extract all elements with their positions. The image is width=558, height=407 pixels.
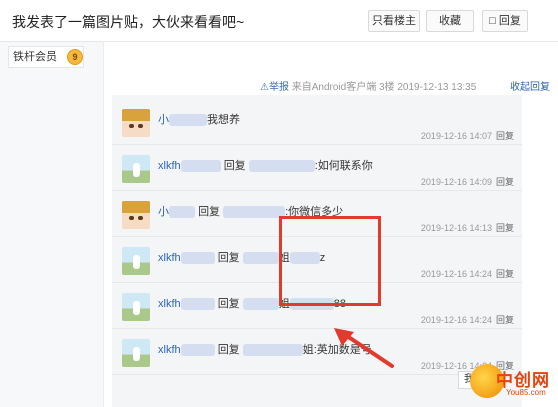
blurred-name [242,344,303,357]
blurred-name [242,298,279,311]
reply-text: :如何联系你 [314,160,373,172]
user-name-link[interactable]: 小 [158,206,169,218]
avatar[interactable] [122,247,150,275]
reply-connector: 回复 [223,160,246,172]
reply-connector: 回复 [217,344,240,356]
user-name-link[interactable]: xlkfh [158,344,181,356]
avatar[interactable] [122,109,150,137]
reply-meta: 2019-12-16 14:24 回复 [421,313,514,326]
reply-link[interactable]: 回复 [496,269,514,279]
thread-header: 我发表了一篇图片贴，大伙来看看吧~ 只看楼主 收藏 □ 回复 [0,0,558,42]
reply-link[interactable]: 回复 [496,131,514,141]
blurred-name [242,252,279,265]
member-tag[interactable]: 铁杆会员 9 [8,46,84,68]
reply-meta: 2019-12-16 14:07 回复 [421,129,514,142]
watermark-sub: You85.com [506,388,546,397]
post-source: 来自Android客户端 [291,82,377,93]
list-item: xlkfh 回复 :如何联系你 2019-12-16 14:09 回复 [112,147,522,191]
reply-meta: 2019-12-16 14:24 回复 [421,267,514,280]
reply-connector: 回复 [217,252,240,264]
favorite-button[interactable]: 收藏 [426,10,474,32]
reply-meta: 2019-12-16 14:09 回复 [421,175,514,188]
blurred-name [223,206,286,219]
only-host-button[interactable]: 只看楼主 [368,10,420,32]
reply-link[interactable]: 回复 [496,315,514,325]
reply-connector: 回复 [198,206,221,218]
watermark-logo: 中创网 You85.com [470,362,556,404]
blurred-name [248,160,315,173]
user-name-link[interactable]: xlkfh [158,298,181,310]
reply-time: 2019-12-16 14:07 [420,131,492,141]
reply-text: 我想养 [207,114,240,126]
user-name-link[interactable]: xlkfh [158,252,181,264]
user-name-link[interactable]: 小 [158,114,169,126]
post-time: 2019-12-13 13:35 [397,82,477,93]
avatar[interactable] [122,201,150,229]
floor-number: 3楼 [379,82,395,93]
reply-button-label: 回复 [498,15,521,27]
avatar[interactable] [122,293,150,321]
reply-mid-text: 姐 [302,344,314,356]
reply-time: 2019-12-16 14:13 [420,223,492,233]
list-item: xlkfh 回复 姐:英加数是号 2019-12-16 14:24 回复 [112,331,522,375]
blurred-name [180,252,215,265]
list-item: 小 我想养 2019-12-16 14:07 回复 [112,101,522,145]
reply-button[interactable]: □ 回复 [482,10,528,32]
user-name-link[interactable]: xlkfh [158,160,181,172]
reply-time: 2019-12-16 14:09 [420,177,492,187]
report-link[interactable]: ⚠举报 [260,82,292,93]
thread-title: 我发表了一篇图片贴，大伙来看看吧~ [12,14,245,30]
red-arrow-annotation [334,328,394,368]
reply-link[interactable]: 回复 [496,223,514,233]
avatar[interactable] [122,155,150,183]
reply-meta: 2019-12-16 14:13 回复 [421,221,514,234]
member-label: 铁杆会员 [13,51,57,63]
reply-time: 2019-12-16 14:24 [420,269,492,279]
collapse-reply-link[interactable]: 收起回复 [510,78,550,93]
floor-meta: ⚠举报 来自Android客户端 3楼 2019-12-13 13:35 收起回… [260,78,550,93]
blurred-name [169,114,207,127]
warning-icon: ⚠ [260,82,269,93]
comment-icon: □ [489,15,496,27]
reply-content: xlkfh 回复 :如何联系你 [158,157,373,173]
reply-time: 2019-12-16 14:24 [420,315,492,325]
highlight-box [279,216,381,306]
blurred-name [180,160,221,173]
reply-connector: 回复 [217,298,240,310]
user-info-column [0,42,104,407]
avatar[interactable] [122,339,150,367]
level-badge: 9 [67,49,83,65]
reply-content: 小 我想养 [158,111,240,127]
reply-link[interactable]: 回复 [496,177,514,187]
blurred-name [180,298,215,311]
blurred-name [169,206,195,219]
blurred-name [180,344,215,357]
